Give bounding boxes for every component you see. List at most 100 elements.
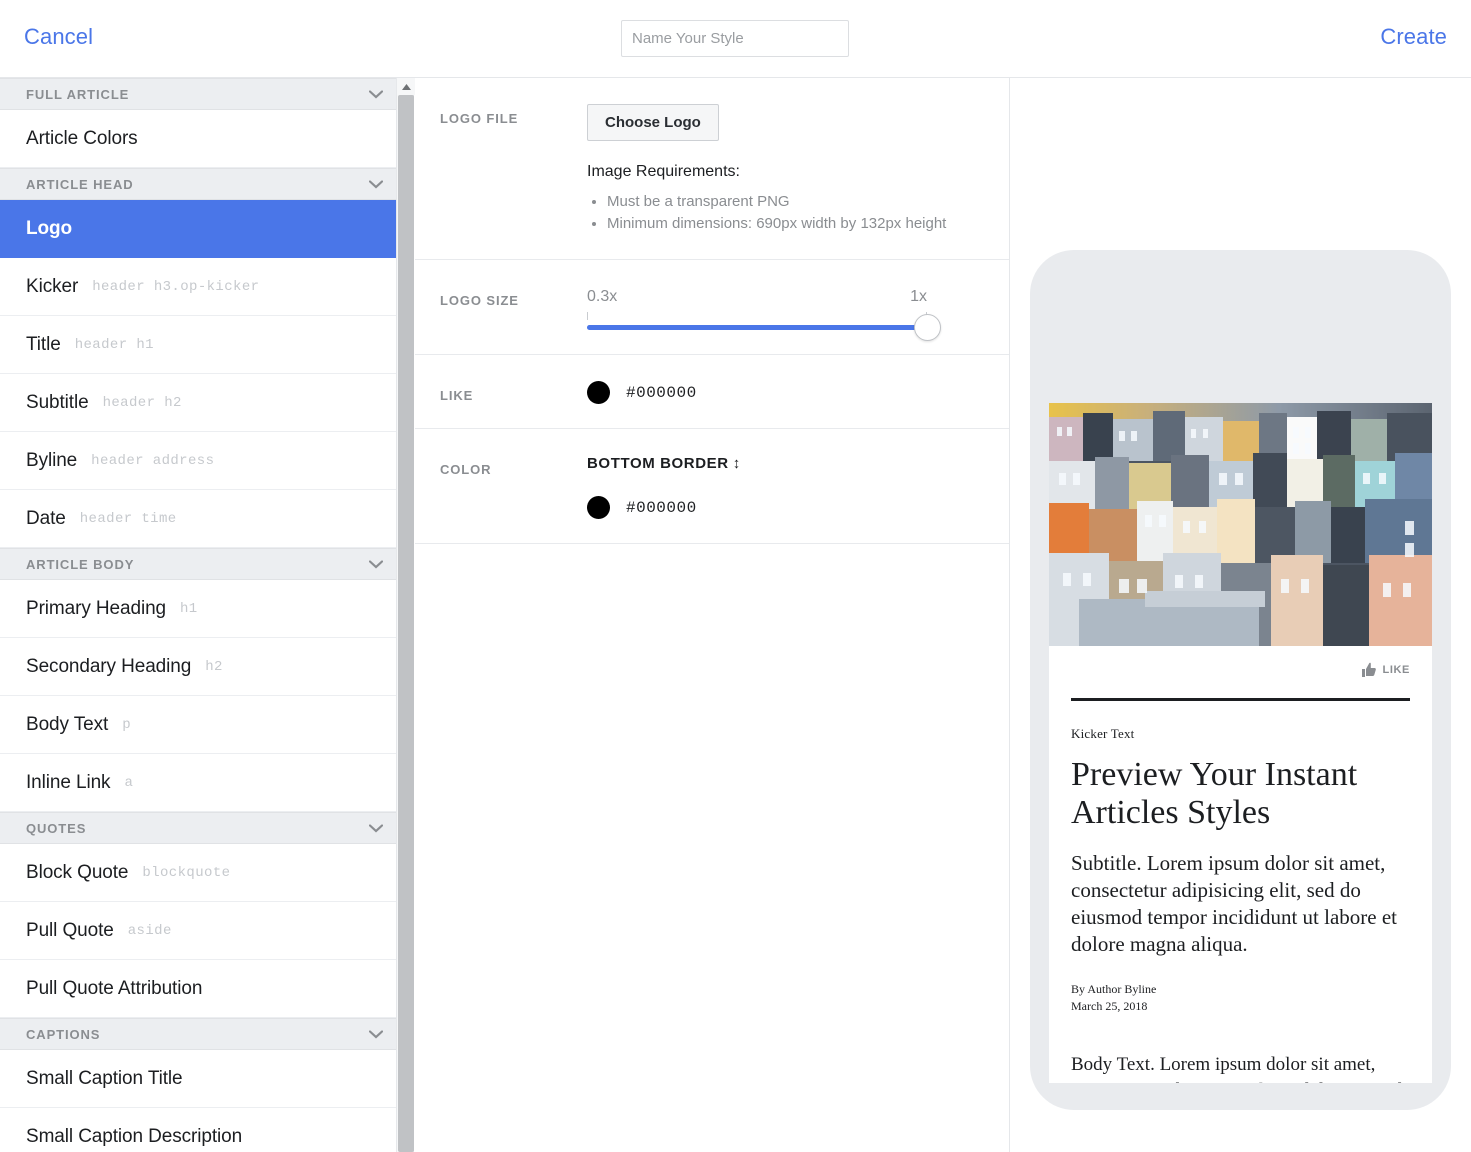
sidebar-item[interactable]: Inline Linka — [0, 754, 397, 812]
color-target-value: BOTTOM BORDER — [587, 455, 729, 472]
sidebar-item-selector: header h2 — [103, 395, 182, 411]
sidebar-item-selector: p — [122, 717, 131, 733]
preview-byline: By Author Byline — [1071, 982, 1410, 997]
slider-track[interactable] — [587, 325, 927, 330]
logo-size-label: LOGO SIZE — [415, 286, 587, 330]
like-color-swatch[interactable] — [587, 381, 610, 404]
sidebar-item-label: Block Quote — [26, 862, 128, 884]
sidebar-scrollbar[interactable] — [396, 78, 414, 1152]
preview-headline: Preview Your Instant Articles Styles — [1071, 756, 1410, 832]
sidebar-item[interactable]: Subtitle header h2 — [0, 374, 397, 432]
sidebar-group-header[interactable]: CAPTIONS — [0, 1018, 397, 1050]
chevron-down-icon[interactable] — [369, 90, 383, 99]
slider-min-label: 0.3x — [587, 288, 617, 306]
image-requirement-item: Must be a transparent PNG — [607, 191, 989, 213]
style-sections-sidebar[interactable]: FULL ARTICLE Article Colors ARTICLE HEAD Lo… — [0, 78, 397, 1152]
chevron-down-icon[interactable] — [369, 560, 383, 569]
sidebar-item-selector: header h3.op-kicker — [92, 279, 259, 295]
sidebar-item-label: Primary Heading — [26, 598, 166, 620]
color-swatch-row: #000000 — [587, 496, 989, 519]
sidebar-item-selector: blockquote — [142, 865, 230, 881]
sidebar-item[interactable]: Kickerheader h3.op-kicker — [0, 258, 397, 316]
sidebar-group-label: FULL ARTICLE — [26, 87, 129, 102]
sidebar-item-label: Secondary Heading — [26, 656, 191, 678]
sidebar-item[interactable]: Secondary Heading h2 — [0, 638, 397, 696]
like-swatch-row: #000000 — [587, 381, 989, 404]
sidebar-item-label: Pull Quote — [26, 920, 114, 942]
sidebar-item-label: Logo — [26, 218, 72, 240]
slider-thumb[interactable] — [914, 314, 941, 341]
sidebar-item-label: Subtitle — [26, 392, 89, 414]
thumbs-up-icon[interactable] — [1360, 661, 1378, 679]
sidebar-group-label: ARTICLE HEAD — [26, 177, 134, 192]
logo-file-label: LOGO FILE — [415, 104, 587, 235]
sidebar-item[interactable]: Small Caption Description — [0, 1108, 397, 1152]
sidebar-item-label: Body Text — [26, 714, 108, 736]
border-hex-value[interactable]: #000000 — [626, 499, 697, 517]
sidebar-item[interactable]: Small Caption Title — [0, 1050, 397, 1108]
chevron-down-icon[interactable] — [369, 824, 383, 833]
like-color-row: LIKE #000000 — [415, 355, 1009, 429]
like-hex-value[interactable]: #000000 — [626, 384, 697, 402]
image-requirements-title: Image Requirements: — [587, 163, 989, 181]
scroll-up-arrow-icon[interactable] — [397, 78, 415, 95]
choose-logo-button[interactable]: Choose Logo — [587, 104, 719, 141]
slider-max-label: 1x — [910, 288, 927, 306]
sidebar-item[interactable]: Body Text p — [0, 696, 397, 754]
sidebar-item[interactable]: Article Colors — [0, 110, 397, 168]
top-bar: Cancel Create — [0, 0, 1471, 78]
cancel-button[interactable]: Cancel — [24, 24, 93, 50]
style-name-input[interactable] — [621, 20, 849, 57]
sidebar-item[interactable]: Logo — [0, 200, 397, 258]
sidebar-item[interactable]: Primary Headingh1 — [0, 580, 397, 638]
article-top-rule — [1071, 698, 1410, 701]
logo-file-body: Choose Logo Image Requirements: Must be … — [587, 104, 1009, 235]
create-button[interactable]: Create — [1380, 24, 1447, 50]
color-body: BOTTOM BORDER↕ #000000 — [587, 455, 1009, 519]
sidebar-item-label: Article Colors — [26, 128, 138, 150]
border-color-swatch[interactable] — [587, 496, 610, 519]
sidebar-item[interactable]: Pull Quoteaside — [0, 902, 397, 960]
logo-size-slider[interactable]: 0.3x 1x — [587, 286, 927, 330]
sidebar-group-label: ARTICLE BODY — [26, 557, 134, 572]
preview-pane: LIKE Kicker Text Preview Your Instant Ar… — [1011, 78, 1471, 1152]
chevron-down-icon[interactable] — [369, 180, 383, 189]
preview-kicker: Kicker Text — [1071, 726, 1410, 742]
slider-ticks — [587, 312, 927, 323]
preview-body-text: Body Text. Lorem ipsum dolor sit amet, c… — [1071, 1052, 1410, 1083]
chevron-down-icon[interactable] — [369, 1030, 383, 1039]
sidebar-item-label: Title — [26, 334, 61, 356]
preview-like-label: LIKE — [1383, 664, 1410, 676]
sidebar-item[interactable]: Pull Quote Attribution — [0, 960, 397, 1018]
sidebar-group-header[interactable]: FULL ARTICLE — [0, 78, 397, 110]
preview-article: Kicker Text Preview Your Instant Article… — [1049, 726, 1432, 1083]
phone-screen: LIKE Kicker Text Preview Your Instant Ar… — [1049, 403, 1432, 1083]
color-label: COLOR — [415, 455, 587, 519]
like-label: LIKE — [415, 381, 587, 404]
phone-frame: LIKE Kicker Text Preview Your Instant Ar… — [1030, 250, 1451, 1110]
sidebar-item-selector: h2 — [205, 659, 223, 675]
sidebar-item-label: Date — [26, 508, 66, 530]
sidebar-item-selector: header address — [91, 453, 214, 469]
sidebar-group-header[interactable]: QUOTES — [0, 812, 397, 844]
sidebar-group-header[interactable]: ARTICLE BODY — [0, 548, 397, 580]
logo-size-row: LOGO SIZE 0.3x 1x — [415, 260, 1009, 355]
slider-tick-min — [587, 312, 588, 320]
hero-image — [1049, 403, 1432, 646]
sidebar-item-selector: header time — [80, 511, 177, 527]
logo-file-row: LOGO FILE Choose Logo Image Requirements… — [415, 78, 1009, 260]
sidebar-item-label: Byline — [26, 450, 77, 472]
sidebar-item[interactable]: Date header time — [0, 490, 397, 548]
settings-panel: LOGO FILE Choose Logo Image Requirements… — [415, 78, 1010, 1152]
sidebar-item[interactable]: Block Quote blockquote — [0, 844, 397, 902]
sidebar-scrollbar-thumb[interactable] — [398, 95, 414, 1152]
image-requirements-list: Must be a transparent PNGMinimum dimensi… — [607, 191, 989, 235]
sidebar-group-header[interactable]: ARTICLE HEAD — [0, 168, 397, 200]
sidebar-item[interactable]: Byline header address — [0, 432, 397, 490]
sidebar-item-label: Small Caption Title — [26, 1068, 183, 1090]
sidebar-group-label: QUOTES — [26, 821, 86, 836]
color-target-dropdown[interactable]: BOTTOM BORDER↕ — [587, 455, 741, 472]
sidebar-group-label: CAPTIONS — [26, 1027, 100, 1042]
preview-date: March 25, 2018 — [1071, 999, 1410, 1014]
sidebar-item[interactable]: Titleheader h1 — [0, 316, 397, 374]
